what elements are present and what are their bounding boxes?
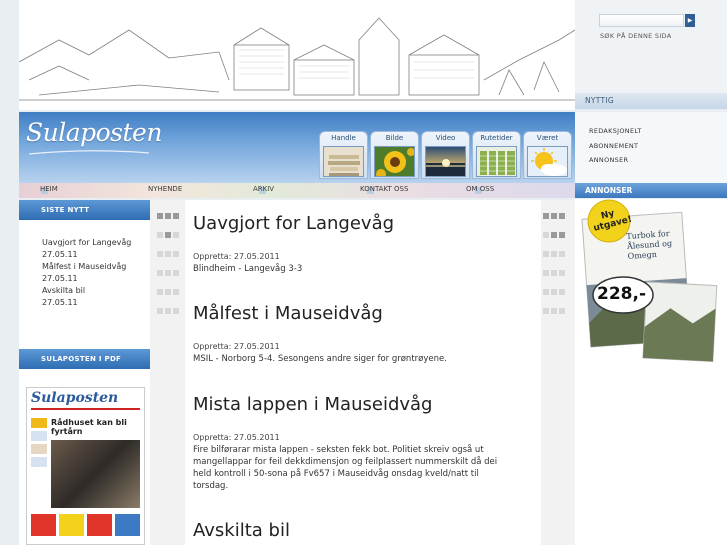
latest-news-item[interactable]: Målfest i Mauseidvåg 27.05.11 bbox=[42, 261, 132, 285]
latest-news-title[interactable]: Avskilta bil bbox=[42, 285, 132, 297]
sunflower-icon bbox=[374, 146, 415, 177]
useful-link-redaksjonelt[interactable]: REDAKSJONELT bbox=[589, 127, 727, 142]
article-created: Oppretta: 27.05.2011 bbox=[193, 342, 280, 351]
article-created: Oppretta: 27.05.2011 bbox=[193, 252, 280, 261]
decor-dots-left bbox=[157, 206, 181, 320]
weather-sun-cloud-icon bbox=[527, 146, 568, 177]
pdf-cover-ads bbox=[31, 514, 140, 536]
latest-news-heading: SISTE NYTT bbox=[19, 200, 150, 220]
nav-item-om-oss[interactable]: OM OSS bbox=[466, 185, 494, 193]
useful-links: REDAKSJONELT ABONNEMENT ANNONSER bbox=[575, 112, 727, 183]
article-title[interactable]: Mista lappen i Mauseidvåg bbox=[193, 394, 511, 415]
tab-handle[interactable]: Handle bbox=[319, 131, 368, 179]
useful-heading: NYTTIG bbox=[575, 93, 727, 109]
content-area: Uavgjort for Langevåg Oppretta: 27.05.20… bbox=[150, 200, 575, 545]
latest-news-title[interactable]: Uavgjort for Langevåg bbox=[42, 237, 132, 249]
article-created: Oppretta: 27.05.2011 bbox=[193, 433, 280, 442]
main-nav: HEIM NYHENDE ARKIV KONTAKT OSS OM OSS bbox=[19, 183, 575, 198]
logo-band: Sulaposten Handle Bilde Video Rutetider … bbox=[19, 112, 575, 183]
newspapers-icon bbox=[323, 146, 364, 177]
tab-veret-label: Været bbox=[536, 134, 559, 142]
article: Uavgjort for Langevåg Oppretta: 27.05.20… bbox=[185, 213, 511, 275]
latest-news-title[interactable]: Målfest i Mauseidvåg bbox=[42, 261, 132, 273]
sunset-icon bbox=[425, 146, 466, 177]
tab-veret[interactable]: Været bbox=[523, 131, 572, 179]
latest-news-item[interactable]: Avskilta bil 27.05.11 bbox=[42, 285, 132, 309]
article-body: Fire bilførarar mista lappen - seksten f… bbox=[193, 445, 498, 491]
tab-handle-label: Handle bbox=[331, 134, 356, 142]
nav-item-arkiv[interactable]: ARKIV bbox=[253, 185, 274, 193]
ad-book-title: Turbok for Ålesund og Omegn bbox=[626, 228, 673, 261]
search-label: SØK PÅ DENNE SIDA bbox=[600, 32, 672, 40]
header-illustration bbox=[19, 0, 575, 110]
tab-video-label: Video bbox=[435, 134, 456, 142]
useful-link-annonser[interactable]: ANNONSER bbox=[589, 156, 727, 171]
article: Mista lappen i Mauseidvåg Oppretta: 27.0… bbox=[185, 394, 511, 492]
pdf-heading: SULAPOSTEN I PDF bbox=[19, 349, 150, 369]
tab-bilde-label: Bilde bbox=[385, 134, 404, 142]
latest-news-item[interactable]: Uavgjort for Langevåg 27.05.11 bbox=[42, 237, 132, 261]
search-input[interactable] bbox=[599, 14, 684, 27]
article-title[interactable]: Uavgjort for Langevåg bbox=[193, 213, 511, 234]
article: Avskilta bil bbox=[185, 520, 290, 541]
site-logo[interactable]: Sulaposten bbox=[26, 118, 162, 147]
search-button[interactable]: ▶ bbox=[685, 14, 695, 27]
article-body: Blindheim - Langevåg 3-3 bbox=[193, 264, 303, 274]
ad-banner[interactable]: Ny utgave! Turbok for Ålesund og Omegn 2… bbox=[575, 199, 727, 545]
nav-item-kontakt[interactable]: KONTAKT OSS bbox=[360, 185, 408, 193]
latest-news-date: 27.05.11 bbox=[42, 298, 78, 307]
article-title[interactable]: Målfest i Mauseidvåg bbox=[193, 303, 511, 324]
logo-swoosh bbox=[29, 150, 149, 155]
decor-dots-right bbox=[543, 206, 567, 320]
ad-price: 228,- bbox=[597, 284, 646, 304]
latest-news-date: 27.05.11 bbox=[42, 250, 78, 259]
latest-news-date: 27.05.11 bbox=[42, 274, 78, 283]
useful-link-abonnement[interactable]: ABONNEMENT bbox=[589, 142, 727, 157]
nav-item-heim[interactable]: HEIM bbox=[40, 185, 58, 193]
latest-news-list: Uavgjort for Langevåg 27.05.11 Målfest i… bbox=[19, 220, 150, 309]
article-list: Uavgjort for Langevåg Oppretta: 27.05.20… bbox=[185, 200, 541, 545]
timetable-icon bbox=[476, 146, 517, 177]
article-title[interactable]: Avskilta bil bbox=[193, 520, 290, 541]
tab-video[interactable]: Video bbox=[421, 131, 470, 179]
pdf-cover-thumbnail[interactable]: Sulaposten Rådhuset kan bli fyrtårn bbox=[26, 387, 145, 545]
tab-rutetider[interactable]: Rutetider bbox=[472, 131, 521, 179]
left-sidebar: SISTE NYTT Uavgjort for Langevåg 27.05.1… bbox=[19, 200, 150, 545]
pdf-cover-photo bbox=[51, 440, 140, 508]
nav-item-nyhende[interactable]: NYHENDE bbox=[148, 185, 182, 193]
tab-rutetider-label: Rutetider bbox=[480, 134, 513, 142]
tab-bilde[interactable]: Bilde bbox=[370, 131, 419, 179]
search-panel: ▶ SØK PÅ DENNE SIDA bbox=[575, 0, 727, 93]
article: Målfest i Mauseidvåg Oppretta: 27.05.201… bbox=[185, 303, 511, 365]
ads-heading: ANNONSER bbox=[575, 183, 727, 198]
article-body: MSIL - Norborg 5-4. Sesongens andre sige… bbox=[193, 354, 447, 364]
pdf-cover-masthead: Sulaposten bbox=[31, 390, 119, 406]
